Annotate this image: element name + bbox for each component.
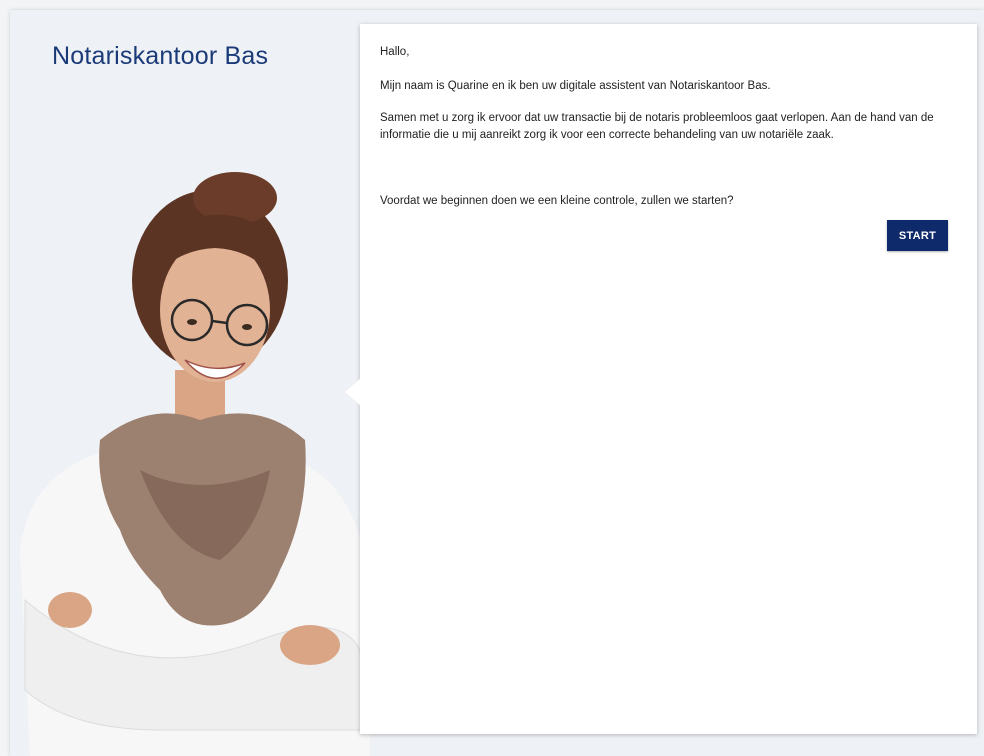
assistant-portrait — [20, 172, 370, 756]
brand-title: Notariskantoor Bas — [52, 42, 269, 70]
portrait-face — [160, 238, 270, 382]
start-button[interactable]: START — [887, 220, 948, 251]
portrait-hand-left — [48, 592, 92, 628]
chat-intro: Mijn naam is Quarine en ik ben uw digita… — [380, 80, 771, 92]
portrait-hand-right — [280, 625, 340, 665]
chat-greeting: Hallo, — [380, 46, 410, 58]
chat-explanation: Samen met u zorg ik ervoor dat uw transa… — [380, 112, 934, 141]
speech-bubble-tail — [345, 378, 361, 406]
chat-question: Voordat we beginnen doen we een kleine c… — [380, 195, 734, 207]
chat-panel: Hallo, Mijn naam is Quarine en ik ben uw… — [360, 24, 977, 734]
